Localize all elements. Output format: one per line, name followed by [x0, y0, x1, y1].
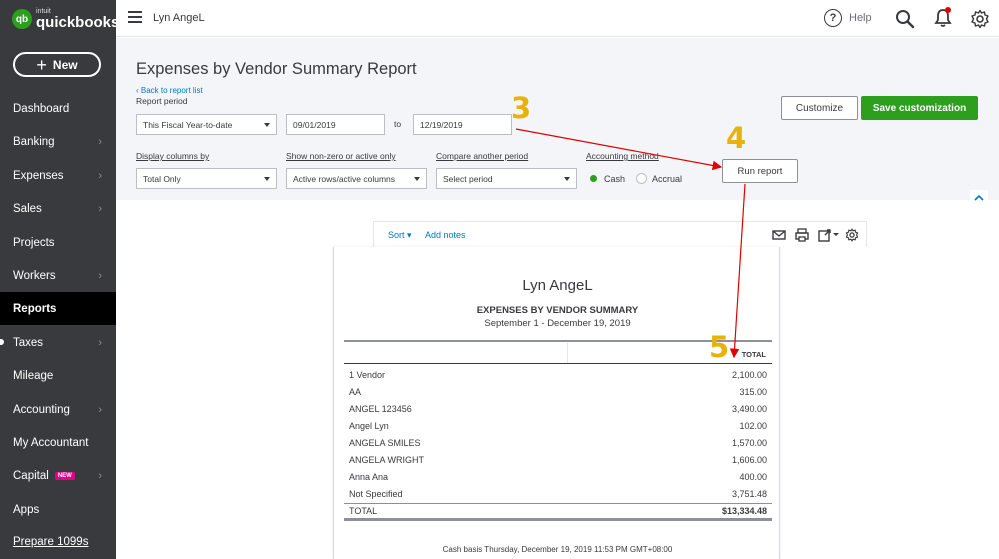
sidebar-item-sales[interactable]: Sales › — [0, 192, 116, 225]
radio-selected-icon — [588, 173, 599, 184]
company-name: Lyn AngeL — [153, 12, 205, 24]
radio-unselected-icon — [636, 173, 647, 184]
sidebar: qb intuit quickbooks + New Dashboard Ban… — [0, 0, 119, 559]
report-settings-panel: Expenses by Vendor Summary Report ‹ Back… — [116, 38, 999, 204]
sidebar-item-apps[interactable]: Apps — [0, 493, 116, 526]
dropdown-caret-icon — [264, 123, 270, 127]
header-divider — [344, 340, 772, 342]
plus-icon: + — [36, 54, 47, 75]
settings-gear-icon[interactable] — [970, 9, 990, 29]
add-notes-link[interactable]: Add notes — [425, 230, 466, 240]
dropdown-caret-icon — [264, 177, 270, 181]
help-button[interactable]: ? Help — [824, 9, 872, 27]
back-to-report-list-link[interactable]: ‹ Back to report list — [136, 86, 203, 95]
table-row[interactable]: Not Specified 3,751.48 — [344, 486, 772, 503]
sidebar-item-workers[interactable]: Workers › — [0, 259, 116, 292]
cash-radio[interactable]: Cash — [588, 173, 625, 184]
sidebar-item-accounting[interactable]: Accounting › — [0, 393, 116, 426]
chevron-right-icon: › — [98, 336, 102, 349]
hamburger-menu-icon[interactable] — [128, 11, 142, 23]
email-icon[interactable] — [772, 228, 786, 242]
notification-badge — [945, 7, 951, 13]
sidebar-item-taxes[interactable]: Taxes › — [0, 326, 116, 359]
table-row[interactable]: ANGELA WRIGHT 1,606.00 — [344, 452, 772, 469]
display-columns-select[interactable]: Total Only — [136, 168, 277, 189]
sidebar-item-prepare-1099s[interactable]: Prepare 1099s — [0, 525, 116, 558]
new-badge: NEW — [54, 471, 75, 480]
help-label: Help — [849, 12, 872, 24]
accrual-radio[interactable]: Accrual — [636, 173, 682, 184]
report-settings-gear-icon[interactable] — [845, 228, 859, 242]
report-title: EXPENSES BY VENDOR SUMMARY — [476, 305, 639, 316]
annotation-step-4: 4 — [726, 121, 747, 155]
sidebar-item-expenses[interactable]: Expenses › — [0, 159, 116, 192]
sidebar-item-capital[interactable]: Capital NEW › — [0, 459, 116, 492]
show-nonzero-label: Show non-zero or active only — [286, 151, 396, 161]
table-row[interactable]: Anna Ana 400.00 — [344, 469, 772, 486]
total-double-underline — [344, 518, 772, 521]
caret-down-icon: ▾ — [404, 230, 412, 240]
annotation-step-5: 5 — [709, 330, 730, 364]
compare-period-select[interactable]: Select period — [436, 168, 577, 189]
sidebar-item-reports[interactable]: Reports — [0, 292, 116, 325]
chevron-right-icon: › — [98, 403, 102, 416]
date-to-input[interactable]: 12/19/2019 — [413, 114, 512, 135]
new-button-label: New — [52, 57, 78, 72]
annotation-step-3: 3 — [511, 91, 532, 125]
search-icon[interactable] — [895, 9, 915, 29]
header-divider-bottom — [344, 363, 772, 364]
chevron-right-icon: › — [98, 169, 102, 182]
to-label: to — [394, 119, 402, 129]
quickbooks-logo[interactable]: qb intuit quickbooks — [12, 8, 119, 30]
help-icon: ? — [824, 9, 842, 27]
collapse-settings-button[interactable] — [970, 190, 988, 204]
chevron-right-icon: › — [98, 202, 102, 215]
dropdown-caret-icon — [414, 177, 420, 181]
top-bar: Lyn AngeL ? Help — [116, 0, 999, 37]
chevron-right-icon: › — [98, 135, 102, 148]
dropdown-caret-icon — [564, 177, 570, 181]
show-nonzero-select[interactable]: Active rows/active columns — [286, 168, 427, 189]
print-icon[interactable] — [795, 228, 809, 242]
save-customization-button[interactable]: Save customization — [861, 96, 978, 120]
table-row[interactable]: Angel Lyn 102.00 — [344, 418, 772, 435]
sort-dropdown[interactable]: Sort ▾ — [388, 230, 412, 241]
date-from-input[interactable]: 09/01/2019 — [286, 114, 385, 135]
run-report-button[interactable]: Run report — [722, 159, 798, 183]
report-period-label: Report period — [136, 96, 188, 106]
chevron-right-icon: › — [98, 469, 102, 482]
table-row[interactable]: 1 Vendor 2,100.00 — [344, 367, 772, 384]
report-toolbar: Sort ▾ Add notes — [373, 221, 867, 247]
table-row[interactable]: ANGEL 123456 3,490.00 — [344, 401, 772, 418]
report-company-name: Lyn AngeL — [522, 277, 593, 294]
table-row[interactable]: AA 315.00 — [344, 384, 772, 401]
qb-logo-icon: qb — [12, 9, 32, 29]
column-divider — [567, 343, 568, 363]
page-title: Expenses by Vendor Summary Report — [136, 60, 417, 78]
sidebar-item-my-accountant[interactable]: My Accountant — [0, 426, 116, 459]
display-columns-label: Display columns by — [136, 151, 210, 161]
sidebar-item-dashboard[interactable]: Dashboard — [0, 92, 116, 125]
accounting-method-label: Accounting method — [586, 151, 659, 161]
report-paper: Lyn AngeL EXPENSES BY VENDOR SUMMARY Sep… — [333, 247, 780, 559]
sidebar-item-mileage[interactable]: Mileage — [0, 359, 116, 392]
compare-period-label: Compare another period — [436, 151, 529, 161]
brand-name: quickbooks — [36, 14, 120, 31]
export-icon[interactable] — [818, 228, 840, 242]
new-button[interactable]: + New — [13, 52, 101, 77]
report-period-select[interactable]: This Fiscal Year-to-date — [136, 114, 277, 135]
chevron-up-icon — [974, 194, 984, 201]
sidebar-item-banking[interactable]: Banking › — [0, 125, 116, 158]
customize-button[interactable]: Customize — [781, 96, 858, 120]
chevron-right-icon: › — [98, 269, 102, 282]
report-date-range: September 1 - December 19, 2019 — [484, 318, 631, 329]
table-row[interactable]: ANGELA SMILES 1,570.00 — [344, 435, 772, 452]
sidebar-item-projects[interactable]: Projects — [0, 226, 116, 259]
report-footer: Cash basis Thursday, December 19, 2019 1… — [442, 545, 673, 554]
